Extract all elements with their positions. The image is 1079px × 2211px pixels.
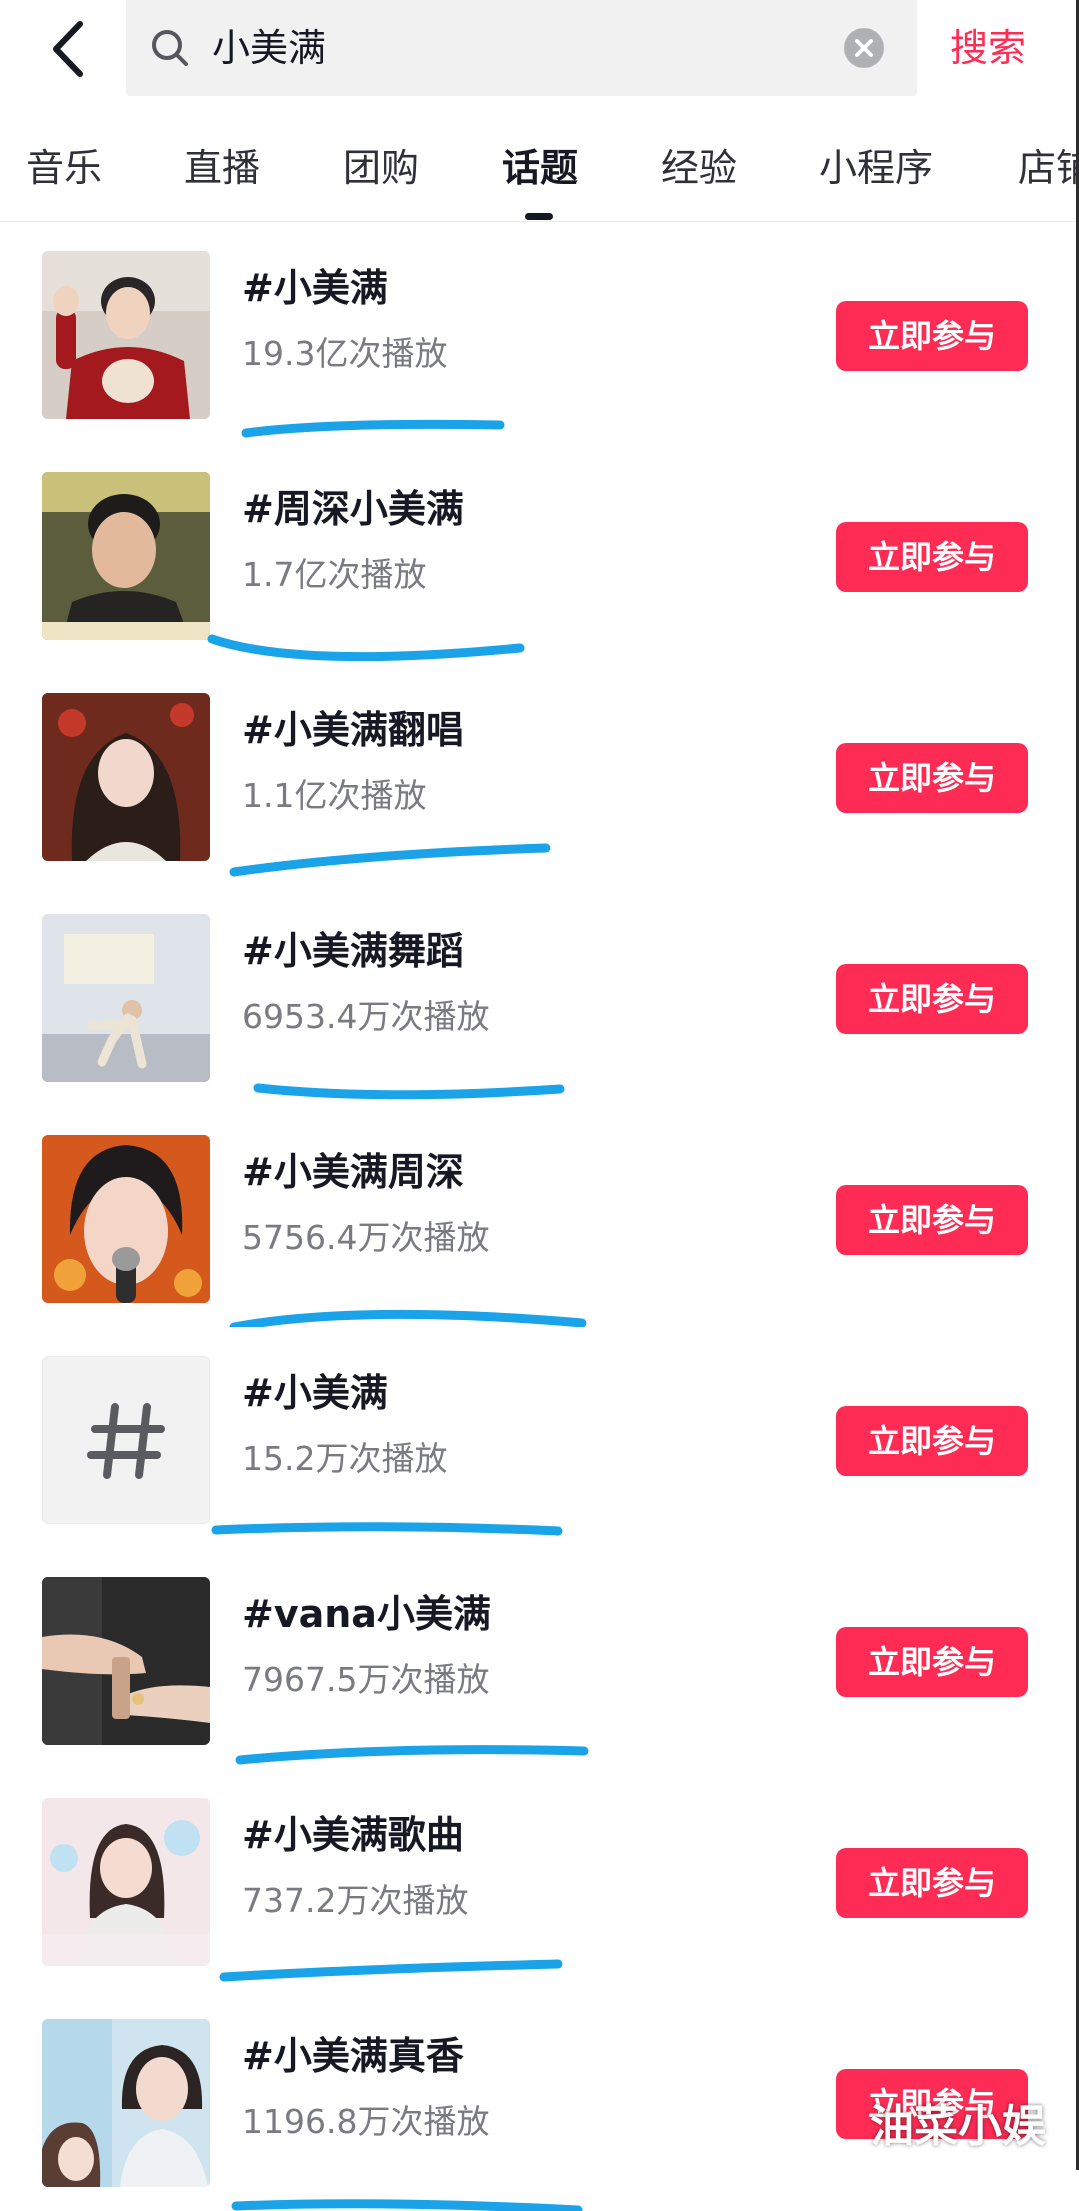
topic-thumbnail <box>42 2019 210 2187</box>
topic-title: #小美满翻唱 <box>242 708 464 752</box>
tab-group-buy[interactable]: 团购 <box>343 138 419 198</box>
dancer-icon <box>42 914 210 1082</box>
topic-row[interactable]: #小美满 15.2万次播放 立即参与 <box>0 1327 1076 1548</box>
topic-title: #小美满 <box>242 266 388 310</box>
topic-thumbnail <box>42 693 210 861</box>
join-topic-button[interactable]: 立即参与 <box>836 1627 1028 1697</box>
join-topic-button[interactable]: 立即参与 <box>836 743 1028 813</box>
girl-long-hair-icon <box>42 693 210 861</box>
topic-thumbnail <box>42 251 210 419</box>
topic-row[interactable]: #vana小美满 7967.5万次播放 立即参与 <box>0 1548 1076 1769</box>
topic-title: #周深小美满 <box>242 487 464 531</box>
back-button[interactable] <box>40 16 100 82</box>
topic-thumbnail <box>42 1135 210 1303</box>
back-arrow-icon <box>53 21 83 77</box>
topic-title: #vana小美满 <box>242 1592 491 1636</box>
singer-microphone-icon <box>42 1135 210 1303</box>
search-icon <box>152 30 188 66</box>
join-topic-button[interactable]: 立即参与 <box>836 1185 1028 1255</box>
topic-view-count: 1196.8万次播放 <box>242 2102 490 2141</box>
girl-flowers-icon <box>42 1798 210 1966</box>
join-topic-button[interactable]: 立即参与 <box>836 522 1028 592</box>
active-tab-indicator <box>525 213 553 220</box>
topic-row[interactable]: #小美满翻唱 1.1亿次播放 立即参与 <box>0 664 1076 885</box>
tab-mini-programs[interactable]: 小程序 <box>819 138 933 198</box>
search-query-text[interactable]: 小美满 <box>212 20 326 76</box>
join-topic-button[interactable]: 立即参与 <box>836 301 1028 371</box>
topic-title: #小美满真香 <box>242 2034 464 2078</box>
tab-live[interactable]: 直播 <box>184 138 260 198</box>
couple-icon <box>42 2019 210 2187</box>
join-topic-button[interactable]: 立即参与 <box>836 1848 1028 1918</box>
topic-view-count: 7967.5万次播放 <box>242 1660 490 1699</box>
topic-thumbnail <box>42 914 210 1082</box>
topic-view-count: 6953.4万次播放 <box>242 997 490 1036</box>
topic-view-count: 5756.4万次播放 <box>242 1218 490 1257</box>
topic-row[interactable]: #小美满歌曲 737.2万次播放 立即参与 <box>0 1769 1076 1990</box>
hands-icon <box>42 1577 210 1745</box>
top-bar: 小美满 搜索 <box>0 0 1079 100</box>
topic-thumbnail <box>42 1577 210 1745</box>
topic-title: #小美满 <box>242 1371 388 1415</box>
clear-search-button[interactable] <box>844 28 884 68</box>
topic-thumbnail <box>42 1356 210 1524</box>
watermark: 油菜小娱 <box>870 2101 1046 2152</box>
join-topic-button[interactable]: 立即参与 <box>836 1406 1028 1476</box>
hashtag-icon <box>87 1403 165 1479</box>
topic-view-count: 15.2万次播放 <box>242 1439 448 1478</box>
topic-view-count: 1.1亿次播放 <box>242 776 427 815</box>
tab-music[interactable]: 音乐 <box>26 138 102 198</box>
join-topic-button[interactable]: 立即参与 <box>836 964 1028 1034</box>
topic-row[interactable]: #小美满舞蹈 6953.4万次播放 立即参与 <box>0 885 1076 1106</box>
category-tabs: 音乐 直播 团购 话题 经验 小程序 店铺 <box>0 120 1079 220</box>
topic-view-count: 737.2万次播放 <box>242 1881 469 1920</box>
topic-view-count: 19.3亿次播放 <box>242 334 448 373</box>
topic-title: #小美满周深 <box>242 1150 464 1194</box>
topic-title: #小美满舞蹈 <box>242 929 464 973</box>
topic-row[interactable]: #小美满 19.3亿次播放 立即参与 <box>0 222 1076 443</box>
tab-stores[interactable]: 店铺 <box>1018 138 1079 198</box>
close-icon <box>855 39 873 57</box>
topic-row[interactable]: #周深小美满 1.7亿次播放 立即参与 <box>0 443 1076 664</box>
tab-experience[interactable]: 经验 <box>661 138 737 198</box>
search-button[interactable]: 搜索 <box>950 20 1026 76</box>
tab-topics[interactable]: 话题 <box>502 138 578 198</box>
person-portrait-icon <box>42 472 210 640</box>
topic-thumbnail <box>42 1798 210 1966</box>
topic-thumbnail <box>42 472 210 640</box>
topic-view-count: 1.7亿次播放 <box>242 555 427 594</box>
search-input[interactable]: 小美满 <box>126 0 917 96</box>
person-red-sweater-icon <box>42 251 210 419</box>
topic-title: #小美满歌曲 <box>242 1813 464 1857</box>
topic-row[interactable]: #小美满周深 5756.4万次播放 立即参与 <box>0 1106 1076 1327</box>
